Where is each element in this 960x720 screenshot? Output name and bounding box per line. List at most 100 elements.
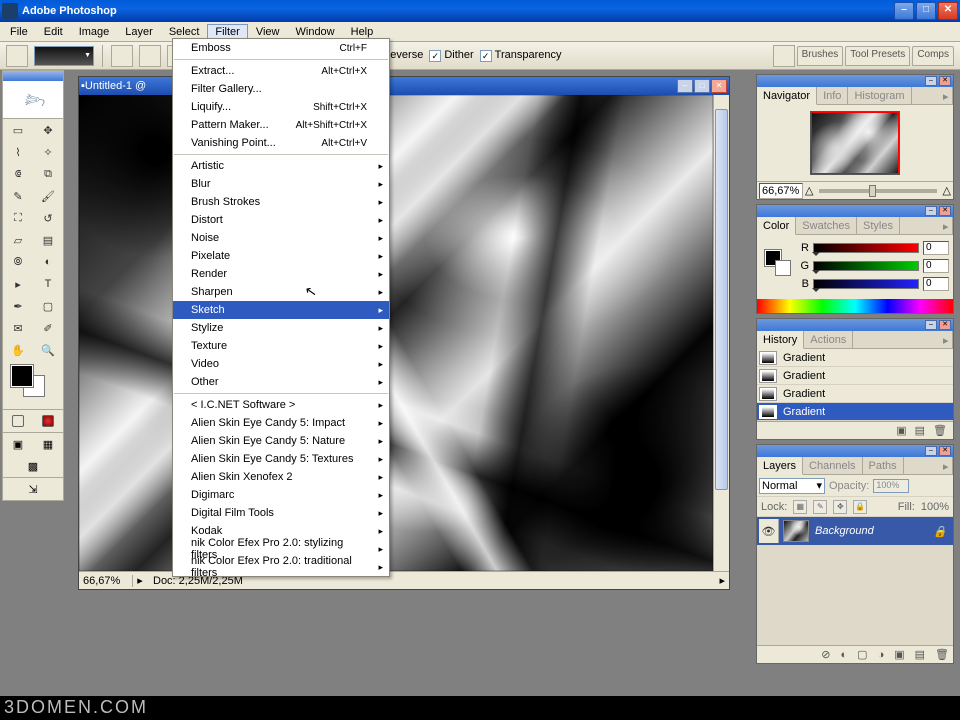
menu-file[interactable]: File <box>2 24 36 40</box>
stamp-tool-icon[interactable]: ⛶ <box>3 207 33 229</box>
panel-close-button[interactable]: ✕ <box>939 76 951 86</box>
lock-transparent-icon[interactable]: ▦ <box>793 500 807 514</box>
shape-tool-icon[interactable]: ▢ <box>33 295 63 317</box>
history-brush-icon[interactable]: ↺ <box>33 207 63 229</box>
panel-menu-icon[interactable]: ▸ <box>937 457 953 474</box>
new-layer-icon[interactable]: ▤ <box>915 648 925 661</box>
menu-item[interactable]: Alien Skin Eye Candy 5: Impact <box>173 414 389 432</box>
menu-item[interactable]: Artistic <box>173 157 389 175</box>
menu-item[interactable]: Sharpen <box>173 283 389 301</box>
menu-item[interactable]: Sketch <box>173 301 389 319</box>
transparency-checkbox[interactable]: ✓Transparency <box>480 49 562 61</box>
r-value[interactable]: 0 <box>923 241 949 255</box>
mask-icon[interactable]: ▢ <box>857 648 867 661</box>
notes-tool-icon[interactable]: ✉ <box>3 317 33 339</box>
tab-histogram[interactable]: Histogram <box>848 87 911 104</box>
layer-fill-field[interactable]: 100% <box>921 501 949 513</box>
trash-icon[interactable]: 🗑 <box>933 424 947 437</box>
panel-close-button[interactable]: ✕ <box>939 206 951 216</box>
gradient-tool-icon[interactable]: ▤ <box>33 229 63 251</box>
tab-history[interactable]: History <box>757 331 804 349</box>
zoom-out-icon[interactable]: △ <box>805 184 813 197</box>
tab-paths[interactable]: Paths <box>863 457 904 474</box>
gradient-picker[interactable]: ▼ <box>34 46 94 66</box>
new-snapshot-icon[interactable]: ▤ <box>915 424 925 437</box>
blend-mode-select[interactable]: Normal▾ <box>759 478 825 494</box>
trash-icon[interactable]: 🗑 <box>935 648 949 661</box>
crop-tool-icon[interactable]: ⟃ <box>3 163 33 185</box>
fx-icon[interactable]: ◐ <box>841 649 848 661</box>
panel-min-button[interactable]: – <box>925 76 937 86</box>
jump-to-icon[interactable]: ⇲ <box>3 478 63 500</box>
minimize-button[interactable]: – <box>894 2 914 20</box>
nav-zoom-field[interactable]: 66,67% <box>759 183 803 199</box>
vertical-scrollbar[interactable] <box>713 95 729 571</box>
gradient-radial-icon[interactable] <box>139 45 161 67</box>
menu-item[interactable]: Digital Film Tools <box>173 504 389 522</box>
lock-move-icon[interactable]: ✥ <box>833 500 847 514</box>
close-button[interactable]: ✕ <box>938 2 958 20</box>
menu-item[interactable]: Render <box>173 265 389 283</box>
menu-layer[interactable]: Layer <box>117 24 161 40</box>
menu-image[interactable]: Image <box>71 24 118 40</box>
dodge-tool-icon[interactable]: ◐ <box>33 251 63 273</box>
menu-item[interactable]: Extract...Alt+Ctrl+X <box>173 62 389 80</box>
move-tool-icon[interactable]: ✥ <box>33 119 63 141</box>
folder-icon[interactable]: ▣ <box>894 648 904 661</box>
fg-bg-swatch[interactable] <box>7 365 59 405</box>
standard-mode-icon[interactable] <box>3 410 33 432</box>
status-menu-icon[interactable]: ▸ <box>715 574 729 587</box>
menu-edit[interactable]: Edit <box>36 24 71 40</box>
dither-checkbox[interactable]: ✓Dither <box>429 49 473 61</box>
navigator-thumb[interactable] <box>810 111 900 175</box>
adjustment-icon[interactable]: ◑ <box>878 649 885 661</box>
menu-item[interactable]: Alien Skin Xenofex 2 <box>173 468 389 486</box>
menu-item[interactable]: Noise <box>173 229 389 247</box>
tab-layers[interactable]: Layers <box>757 457 803 475</box>
zoom-tool-icon[interactable]: 🔍 <box>33 339 63 361</box>
history-item[interactable]: Gradient <box>757 349 953 367</box>
maximize-button[interactable]: □ <box>916 2 936 20</box>
menu-item[interactable]: Pixelate <box>173 247 389 265</box>
lock-paint-icon[interactable]: ✎ <box>813 500 827 514</box>
tool-presets-tab[interactable]: Tool Presets <box>845 46 910 66</box>
panel-close-button[interactable]: ✕ <box>939 320 951 330</box>
menu-item[interactable]: Stylize <box>173 319 389 337</box>
link-icon[interactable]: ⊘ <box>821 648 830 661</box>
g-slider[interactable] <box>813 261 919 271</box>
menu-item[interactable]: Liquify...Shift+Ctrl+X <box>173 98 389 116</box>
menu-item[interactable]: Other <box>173 373 389 391</box>
wand-tool-icon[interactable]: ✧ <box>33 141 63 163</box>
menu-item[interactable]: Texture <box>173 337 389 355</box>
panel-min-button[interactable]: – <box>925 446 937 456</box>
screen-full-icon[interactable]: ▦ <box>33 433 63 455</box>
history-item[interactable]: Gradient <box>757 367 953 385</box>
eyedropper-icon[interactable]: ✐ <box>33 317 63 339</box>
menu-item[interactable]: < I.C.NET Software > <box>173 396 389 414</box>
menu-item[interactable]: Filter Gallery... <box>173 80 389 98</box>
screen-menu-icon[interactable]: ▩ <box>3 455 63 477</box>
g-value[interactable]: 0 <box>923 259 949 273</box>
visibility-icon[interactable]: 👁 <box>759 519 779 543</box>
lasso-tool-icon[interactable]: ⌇ <box>3 141 33 163</box>
eraser-tool-icon[interactable]: ▱ <box>3 229 33 251</box>
menu-item[interactable]: Blur <box>173 175 389 193</box>
lock-all-icon[interactable]: 🔒 <box>853 500 867 514</box>
menu-item[interactable]: nik Color Efex Pro 2.0: traditional filt… <box>173 558 389 576</box>
tab-channels[interactable]: Channels <box>803 457 862 474</box>
menu-item[interactable]: Distort <box>173 211 389 229</box>
menu-item[interactable]: Alien Skin Eye Candy 5: Nature <box>173 432 389 450</box>
spectrum-ramp[interactable] <box>757 299 953 313</box>
blur-tool-icon[interactable]: ⦾ <box>3 251 33 273</box>
menu-item[interactable]: Brush Strokes <box>173 193 389 211</box>
tab-styles[interactable]: Styles <box>857 217 900 234</box>
history-item[interactable]: Gradient <box>757 385 953 403</box>
tab-swatches[interactable]: Swatches <box>796 217 857 234</box>
history-item[interactable]: Gradient <box>757 403 953 421</box>
panel-min-button[interactable]: – <box>925 206 937 216</box>
doc-zoom[interactable]: 66,67% <box>79 575 133 587</box>
r-slider[interactable] <box>813 243 919 253</box>
screen-std-icon[interactable]: ▣ <box>3 433 33 455</box>
tab-actions[interactable]: Actions <box>804 331 853 348</box>
brushes-tab[interactable]: Brushes <box>797 46 844 66</box>
